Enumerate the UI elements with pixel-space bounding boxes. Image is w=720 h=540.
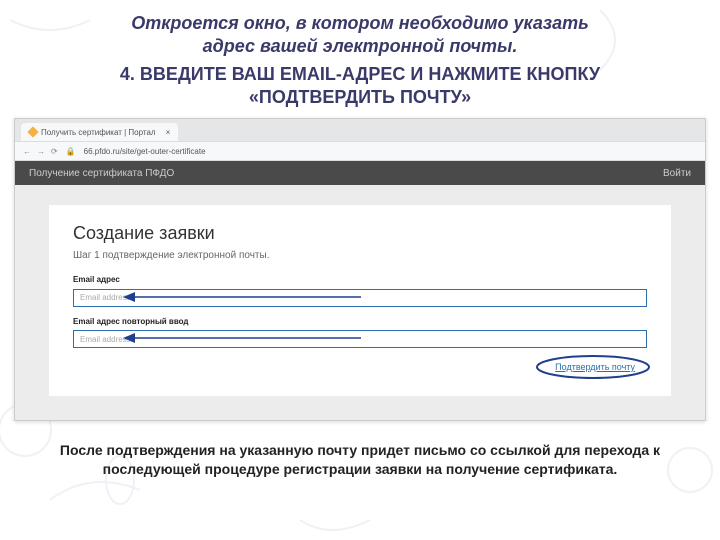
forward-icon[interactable]: →: [37, 147, 45, 156]
email-label: Email адрес: [73, 275, 647, 284]
step-title: 4. ВВЕДИТЕ ВАШ EMAIL-АДРЕС И НАЖМИТЕ КНО…: [0, 61, 720, 118]
form-subtitle: Шаг 1 подтверждение электронной почты.: [73, 250, 647, 261]
tab-strip: Получить сертификат | Портал ×: [15, 119, 705, 141]
intro-text: Откроется окно, в котором необходимо ука…: [0, 0, 720, 61]
close-icon[interactable]: ×: [166, 128, 171, 137]
browser-window: Получить сертификат | Портал × ← → ⟳ 🔒 6…: [14, 118, 706, 421]
email-repeat-input[interactable]: [73, 330, 647, 348]
page-body: Создание заявки Шаг 1 подтверждение элек…: [15, 185, 705, 420]
favicon-icon: [27, 126, 38, 137]
lock-icon: 🔒: [66, 147, 76, 156]
tab-title: Получить сертификат | Портал: [41, 128, 156, 137]
address-bar: ← → ⟳ 🔒 66.pfdo.ru/site/get-outer-certif…: [15, 141, 705, 161]
back-icon[interactable]: ←: [23, 147, 31, 156]
banner-title: Получение сертификата ПФДО: [29, 168, 174, 179]
email-repeat-label: Email адрес повторный ввод: [73, 317, 647, 326]
form-card: Создание заявки Шаг 1 подтверждение элек…: [49, 205, 671, 396]
form-title: Создание заявки: [73, 223, 647, 244]
reload-icon[interactable]: ⟳: [51, 147, 58, 156]
confirm-email-button[interactable]: Подтвердить почту: [543, 358, 647, 376]
browser-tab[interactable]: Получить сертификат | Портал ×: [21, 123, 178, 141]
page-banner: Получение сертификата ПФДО Войти: [15, 161, 705, 185]
login-link[interactable]: Войти: [663, 168, 691, 179]
outro-text: После подтверждения на указанную почту п…: [0, 421, 720, 489]
url-text[interactable]: 66.pfdo.ru/site/get-outer-certificate: [84, 147, 206, 156]
email-input[interactable]: [73, 289, 647, 307]
